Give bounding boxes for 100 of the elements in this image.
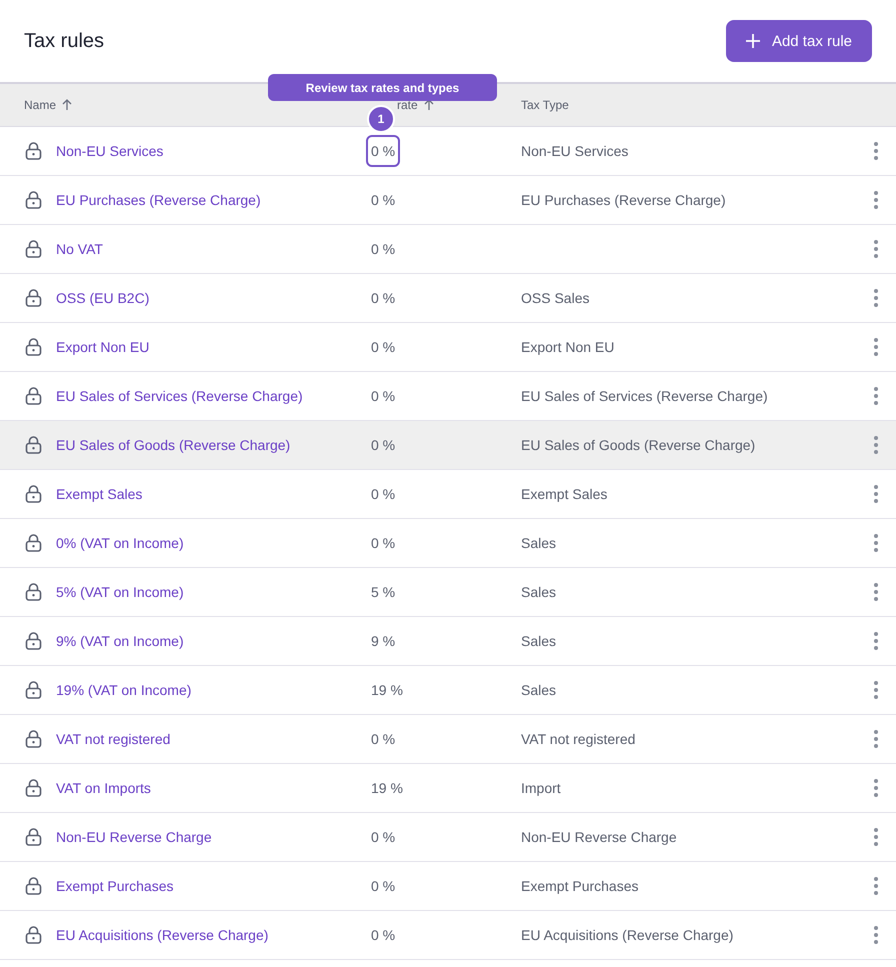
tax-rate: 0 % [370, 436, 396, 455]
tax-rule-link[interactable]: EU Sales of Services (Reverse Charge) [56, 388, 303, 404]
lock-icon [25, 191, 42, 209]
table-row[interactable]: 5% (VAT on Income) 5 % Sales [0, 568, 896, 617]
tax-rule-link[interactable]: VAT on Imports [56, 780, 151, 796]
tax-rate: 0 % [370, 730, 396, 749]
tax-rate: 0 % [370, 191, 396, 210]
lock-icon [25, 387, 42, 405]
more-options-icon[interactable] [873, 533, 879, 553]
tax-rate: 0 % [370, 534, 396, 553]
tax-type: EU Purchases (Reverse Charge) [521, 192, 726, 208]
tax-rule-link[interactable]: Non-EU Services [56, 143, 164, 159]
plus-icon [746, 34, 760, 48]
tax-rate: 0 % [370, 485, 396, 504]
lock-icon [25, 779, 42, 797]
lock-icon [25, 534, 42, 552]
column-header[interactable]: rate [397, 98, 434, 112]
lock-icon [25, 632, 42, 650]
lock-icon [25, 681, 42, 699]
tax-rule-link[interactable]: No VAT [56, 241, 103, 257]
tax-type: Non-EU Services [521, 143, 628, 159]
more-options-icon[interactable] [873, 386, 879, 406]
page-title: Tax rules [24, 30, 104, 52]
more-options-icon[interactable] [873, 337, 879, 357]
more-options-icon[interactable] [873, 778, 879, 798]
table-row[interactable]: Export Non EU 0 % Export Non EU [0, 323, 896, 372]
column-header[interactable]: Name [24, 98, 72, 112]
table-row[interactable]: 19% (VAT on Income) 19 % Sales [0, 666, 896, 715]
table-row[interactable]: EU Sales of Goods (Reverse Charge) 0 % EU Sales of Goods (Reverse Charge) [0, 421, 896, 470]
table-row[interactable]: VAT on Imports 19 % Import [0, 764, 896, 813]
table-row[interactable]: EU Acquisitions (Reverse Charge) 0 % EU Acquisitions (Reverse Charge) [0, 911, 896, 960]
tax-rule-link[interactable]: EU Acquisitions (Reverse Charge) [56, 927, 268, 943]
tax-rule-link[interactable]: EU Sales of Goods (Reverse Charge) [56, 437, 290, 453]
tax-rule-link[interactable]: Exempt Purchases [56, 878, 174, 894]
more-options-icon[interactable] [873, 239, 879, 259]
more-options-icon[interactable] [873, 141, 879, 161]
more-options-icon[interactable] [873, 190, 879, 210]
more-options-icon[interactable] [873, 435, 879, 455]
more-options-icon[interactable] [873, 680, 879, 700]
tax-rule-link[interactable]: Exempt Sales [56, 486, 142, 502]
tax-rate: 19 % [370, 779, 404, 798]
lock-icon [25, 240, 42, 258]
tax-type: Export Non EU [521, 339, 614, 355]
table-row[interactable]: Non-EU Services 0 % Non-EU Services [0, 127, 896, 176]
lock-icon [25, 436, 42, 454]
tax-rule-link[interactable]: Non-EU Reverse Charge [56, 829, 212, 845]
lock-icon [25, 877, 42, 895]
tax-type: VAT not registered [521, 731, 636, 747]
tax-rate: 5 % [370, 583, 396, 602]
tax-rule-link[interactable]: EU Purchases (Reverse Charge) [56, 192, 261, 208]
tax-rate: 0 % [370, 387, 396, 406]
tax-rate: 0 % [370, 338, 396, 357]
more-options-icon[interactable] [873, 729, 879, 749]
more-options-icon[interactable] [873, 631, 879, 651]
tax-type: EU Acquisitions (Reverse Charge) [521, 927, 734, 943]
tax-rule-link[interactable]: 19% (VAT on Income) [56, 682, 192, 698]
lock-icon [25, 338, 42, 356]
tax-rate: 9 % [370, 632, 396, 651]
lock-icon [25, 583, 42, 601]
tax-rule-link[interactable]: VAT not registered [56, 731, 170, 747]
tax-rate: 0 % [370, 828, 396, 847]
sort-arrow-icon[interactable] [424, 99, 434, 111]
table-row[interactable]: Exempt Sales 0 % Exempt Sales [0, 470, 896, 519]
tax-type: Sales [521, 682, 556, 698]
tax-type: OSS Sales [521, 290, 590, 306]
more-options-icon[interactable] [873, 925, 879, 945]
more-options-icon[interactable] [873, 484, 879, 504]
add-tax-rule-button[interactable]: Add tax rule [726, 20, 872, 62]
column-header[interactable]: Tax Type [521, 98, 569, 112]
lock-icon [25, 485, 42, 503]
tax-rule-link[interactable]: Export Non EU [56, 339, 150, 355]
lock-icon [25, 926, 42, 944]
table-row[interactable]: EU Purchases (Reverse Charge) 0 % EU Purchases (Reverse Charge) [0, 176, 896, 225]
table-row[interactable]: OSS (EU B2C) 0 % OSS Sales [0, 274, 896, 323]
tax-type: Sales [521, 535, 556, 551]
table-row[interactable]: VAT not registered 0 % VAT not registered [0, 715, 896, 764]
more-options-icon[interactable] [873, 582, 879, 602]
more-options-icon[interactable] [873, 827, 879, 847]
tax-rule-link[interactable]: OSS (EU B2C) [56, 290, 150, 306]
more-options-icon[interactable] [873, 288, 879, 308]
more-options-icon[interactable] [873, 876, 879, 896]
tour-tooltip: Review tax rates and types [268, 74, 497, 101]
tax-type: Exempt Sales [521, 486, 608, 502]
table-row[interactable]: No VAT 0 % [0, 225, 896, 274]
tax-type: Non-EU Reverse Charge [521, 829, 677, 845]
tax-type: Sales [521, 633, 556, 649]
sort-arrow-icon[interactable] [62, 99, 72, 111]
tax-rule-link[interactable]: 5% (VAT on Income) [56, 584, 184, 600]
tax-rule-link[interactable]: 9% (VAT on Income) [56, 633, 184, 649]
table-row[interactable]: 9% (VAT on Income) 9 % Sales [0, 617, 896, 666]
tax-rule-link[interactable]: 0% (VAT on Income) [56, 535, 184, 551]
table-row[interactable]: Exempt Purchases 0 % Exempt Purchases [0, 862, 896, 911]
table-row[interactable]: Non-EU Reverse Charge 0 % Non-EU Reverse Charge [0, 813, 896, 862]
tax-rate: 0 % [370, 240, 396, 259]
tax-rate: 19 % [370, 681, 404, 700]
tax-type: Exempt Purchases [521, 878, 638, 894]
table-row[interactable]: 0% (VAT on Income) 0 % Sales [0, 519, 896, 568]
tax-rate: 0 % [370, 289, 396, 308]
tax-rate: 0 % [366, 135, 400, 167]
tax-type: Sales [521, 584, 556, 600]
